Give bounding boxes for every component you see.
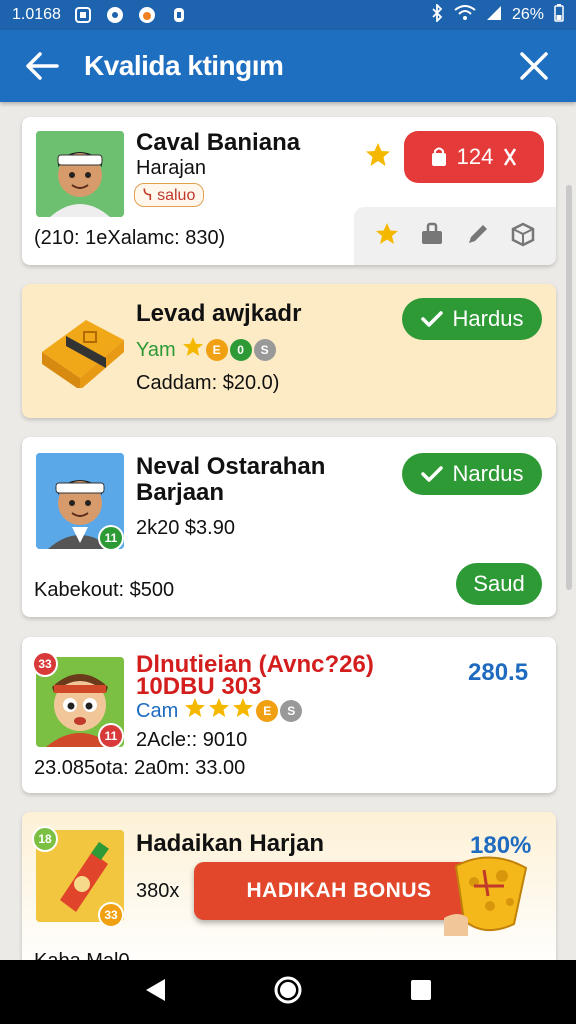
top-badge: 33	[32, 651, 58, 677]
nav-back-button[interactable]	[143, 977, 167, 1008]
nav-recents-button[interactable]	[409, 978, 433, 1007]
coin-s: S	[280, 700, 303, 722]
signal-icon	[486, 5, 502, 26]
square-recents-icon	[411, 979, 431, 1000]
status-button[interactable]: Nardus	[402, 453, 542, 495]
price-label: 124	[456, 144, 494, 169]
back-button[interactable]	[0, 51, 84, 81]
item-name-line2: Barjaan	[136, 479, 225, 506]
top-badge: 18	[32, 826, 58, 852]
star-icon[interactable]	[364, 141, 392, 174]
bonus-button[interactable]: HADIKAH BONUS	[194, 862, 484, 920]
cheese-bonus-icon	[444, 846, 534, 941]
status-label: Hardus	[452, 306, 524, 331]
lock-icon	[431, 147, 446, 166]
home-circle-icon	[274, 976, 302, 1003]
item-footer: 23.085ota: 2a0m: 33.00	[34, 757, 246, 779]
arrow-left-icon	[26, 52, 59, 80]
item-detail: Caddam: $20.0)	[136, 372, 280, 394]
status-tag: ᓭ saluo	[134, 183, 205, 207]
price-button[interactable]: 124	[404, 131, 544, 183]
avatar	[36, 131, 124, 217]
edit-icon[interactable]	[465, 221, 491, 252]
status-button[interactable]: Hardus	[402, 298, 542, 340]
coin-e: E	[256, 700, 279, 722]
percent-value: 280.5	[468, 659, 529, 686]
item-detail: (210: 1eXalamc: 830)	[34, 227, 226, 249]
favorite-star-icon[interactable]	[374, 221, 400, 252]
star-icon	[232, 697, 254, 725]
item-detail: 2Acle:: 9010	[136, 729, 248, 751]
close-icon	[520, 52, 548, 80]
page-title: Kvalida ktingım	[84, 50, 284, 81]
system-nav-bar	[0, 960, 576, 1024]
action-tray	[354, 207, 556, 265]
star-icon	[184, 697, 206, 725]
item-name: Hadaikan Harjan	[136, 830, 325, 857]
app-bar: Kvalida ktingım	[0, 30, 576, 102]
star-icon	[208, 697, 230, 725]
messenger-icon	[105, 5, 125, 25]
app-notification-icon	[73, 5, 93, 25]
rating: Cam E S	[136, 697, 303, 725]
item-footer: Kabekout: $500	[34, 579, 175, 601]
item-detail: 380x	[136, 880, 180, 902]
battery-level: 26%	[511, 6, 544, 23]
shield-notification-icon	[169, 5, 189, 25]
item-name: Caval Baniana	[136, 129, 301, 156]
chevron-icon	[504, 148, 517, 166]
nav-home-button[interactable]	[273, 975, 303, 1010]
rating-label: Cam	[136, 699, 179, 722]
coin-s: S	[253, 339, 276, 361]
scrollbar[interactable]	[566, 185, 572, 590]
status-label: Nardus	[452, 461, 524, 486]
item-subtitle: Harajan	[136, 157, 207, 179]
triangle-back-icon	[146, 978, 165, 1001]
close-button[interactable]	[492, 51, 576, 81]
cheese-box-image	[36, 302, 124, 388]
item-name: Levad awjkadr	[136, 300, 302, 327]
status-bar: 1.0168 26%	[0, 0, 576, 30]
box-icon[interactable]	[510, 221, 536, 252]
action-button[interactable]: Saud	[456, 563, 542, 605]
coin-e: E	[205, 339, 228, 361]
wifi-icon	[454, 4, 476, 26]
check-icon	[420, 311, 443, 327]
list-item[interactable]: 33 11 Dlnutieian (Avnc?26) 10DBU 303 Cam…	[22, 637, 556, 793]
bluetooth-icon	[430, 2, 444, 27]
status-time: 1.0168	[12, 6, 61, 23]
avatar-badge: 11	[98, 723, 124, 749]
list-item[interactable]: Levad awjkadr Yam E 0 S Caddam: $20.0) H…	[22, 284, 556, 418]
bag-icon[interactable]	[419, 221, 445, 252]
avatar-badge: 11	[98, 525, 124, 551]
avatar-badge: 33	[98, 902, 124, 928]
list-item[interactable]: Caval Baniana Harajan ᓭ saluo (210: 1eXa…	[22, 117, 556, 265]
item-name: Neval Ostarahan	[136, 453, 326, 480]
rating: Yam E 0 S	[136, 336, 276, 364]
rating-label: Yam	[136, 338, 176, 361]
star-icon	[182, 336, 204, 364]
check-icon	[420, 466, 443, 482]
item-detail: 2k20 $3.90	[136, 517, 235, 539]
fire-app-icon	[137, 5, 157, 25]
coin-zero: 0	[229, 339, 252, 361]
battery-icon	[554, 3, 564, 27]
list-item[interactable]: 11 Neval Ostarahan Barjaan 2k20 $3.90 Ka…	[22, 437, 556, 617]
